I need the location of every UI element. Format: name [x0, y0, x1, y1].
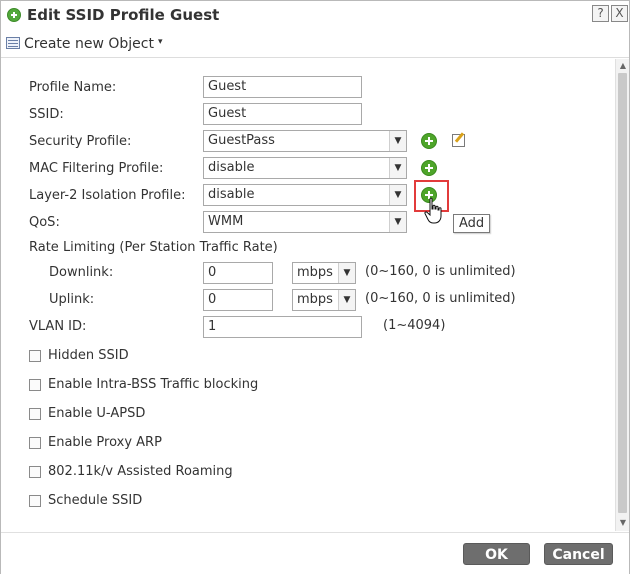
u-apsd-label: Enable U-APSD [48, 406, 146, 421]
uplink-label: Uplink: [49, 292, 95, 307]
vlan-id-hint: (1~4094) [383, 318, 446, 333]
toolbar: Create new Object ▾ [1, 31, 629, 58]
layer2-isolation-value: disable [208, 187, 255, 202]
add-tooltip: Add [453, 214, 491, 233]
profile-name-label: Profile Name: [29, 80, 117, 95]
uplink-unit-value: mbps [297, 292, 333, 307]
cancel-button[interactable]: Cancel [544, 543, 613, 565]
intra-bss-label: Enable Intra-BSS Traffic blocking [48, 377, 259, 392]
proxy-arp-checkbox[interactable] [29, 437, 41, 449]
chevron-down-icon[interactable]: ▼ [389, 158, 406, 178]
assisted-roaming-checkbox[interactable] [29, 466, 41, 478]
mac-filtering-value: disable [208, 160, 255, 175]
chevron-down-icon[interactable]: ▼ [389, 185, 406, 205]
hidden-ssid-label: Hidden SSID [48, 348, 129, 363]
edit-ssid-profile-dialog: Edit SSID Profile Guest ? X Create new O… [0, 0, 630, 574]
ssid-label: SSID: [29, 107, 64, 122]
dialog-title: Edit SSID Profile Guest [27, 6, 220, 24]
ok-button[interactable]: OK [463, 543, 530, 565]
downlink-hint: (0~160, 0 is unlimited) [365, 264, 516, 279]
profile-name-input[interactable]: Guest [203, 76, 362, 98]
add-security-profile-icon[interactable] [421, 133, 437, 149]
intra-bss-checkbox[interactable] [29, 379, 41, 391]
downlink-input[interactable]: 0 [203, 262, 273, 284]
schedule-ssid-label: Schedule SSID [48, 493, 143, 508]
dialog-footer: OK Cancel [1, 532, 629, 574]
mac-filtering-select[interactable]: disable ▼ [203, 157, 407, 179]
form-content: Profile Name: Guest SSID: Guest Security… [2, 59, 614, 531]
chevron-down-icon[interactable]: ▾ [158, 37, 163, 47]
ssid-input[interactable]: Guest [203, 103, 362, 125]
layer2-isolation-select[interactable]: disable ▼ [203, 184, 407, 206]
scrollbar-thumb[interactable] [618, 73, 627, 513]
downlink-unit-value: mbps [297, 265, 333, 280]
u-apsd-checkbox[interactable] [29, 408, 41, 420]
create-object-icon [6, 37, 20, 49]
uplink-hint: (0~160, 0 is unlimited) [365, 291, 516, 306]
hidden-ssid-checkbox[interactable] [29, 350, 41, 362]
vlan-id-input[interactable]: 1 [203, 316, 362, 338]
vlan-id-label: VLAN ID: [29, 319, 87, 334]
title-bar: Edit SSID Profile Guest ? X [1, 1, 629, 31]
security-profile-select[interactable]: GuestPass ▼ [203, 130, 407, 152]
layer2-isolation-label: Layer-2 Isolation Profile: [29, 188, 186, 203]
proxy-arp-label: Enable Proxy ARP [48, 435, 162, 450]
schedule-ssid-checkbox[interactable] [29, 495, 41, 507]
qos-value: WMM [208, 214, 244, 229]
security-profile-label: Security Profile: [29, 134, 132, 149]
add-mac-filtering-icon[interactable] [421, 160, 437, 176]
uplink-input[interactable]: 0 [203, 289, 273, 311]
close-button[interactable]: X [611, 5, 628, 22]
scroll-up-icon[interactable]: ▲ [618, 61, 628, 71]
scroll-down-icon[interactable]: ▼ [618, 518, 628, 528]
chevron-down-icon[interactable]: ▼ [338, 263, 355, 283]
mac-filtering-label: MAC Filtering Profile: [29, 161, 164, 176]
edit-security-profile-icon[interactable] [452, 134, 465, 147]
create-new-object-menu[interactable]: Create new Object [24, 36, 154, 52]
help-button[interactable]: ? [592, 5, 609, 22]
rate-limiting-label: Rate Limiting (Per Station Traffic Rate) [29, 240, 278, 255]
chevron-down-icon[interactable]: ▼ [389, 131, 406, 151]
security-profile-value: GuestPass [208, 133, 275, 148]
assisted-roaming-label: 802.11k/v Assisted Roaming [48, 464, 233, 479]
uplink-unit-select[interactable]: mbps ▼ [292, 289, 356, 311]
chevron-down-icon[interactable]: ▼ [389, 212, 406, 232]
vertical-scrollbar[interactable]: ▲ ▼ [615, 59, 629, 531]
downlink-label: Downlink: [49, 265, 114, 280]
pointer-hand-icon [424, 197, 442, 224]
qos-select[interactable]: WMM ▼ [203, 211, 407, 233]
qos-label: QoS: [29, 215, 60, 230]
downlink-unit-select[interactable]: mbps ▼ [292, 262, 356, 284]
dialog-add-icon [7, 8, 21, 22]
chevron-down-icon[interactable]: ▼ [338, 290, 355, 310]
